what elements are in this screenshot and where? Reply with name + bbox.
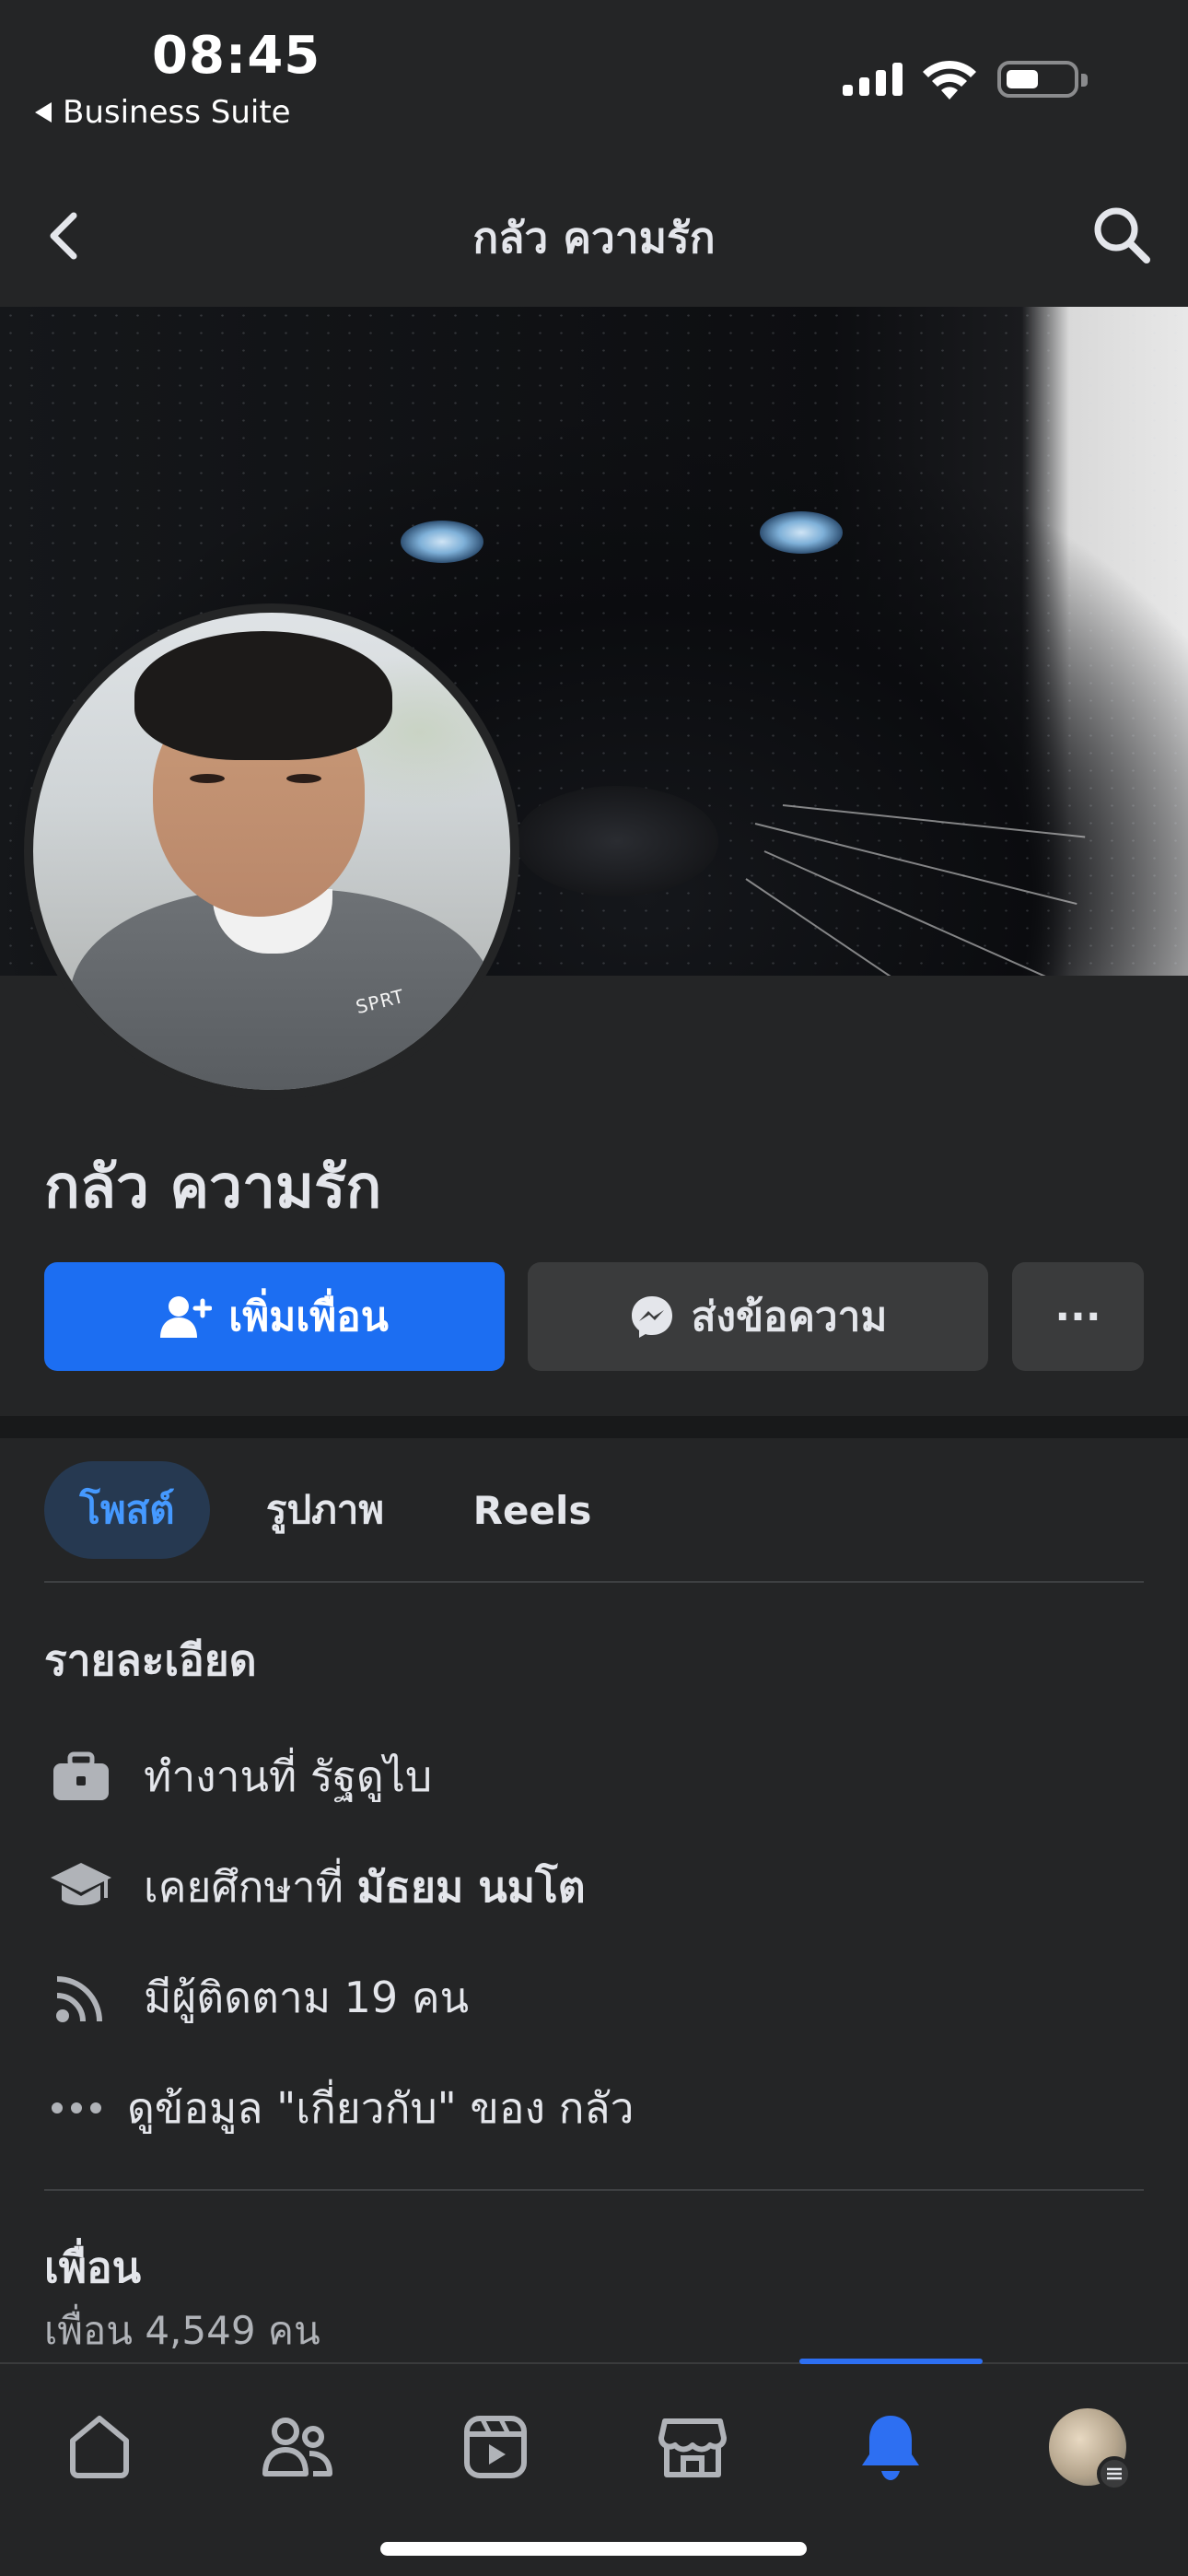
- cover-nose: [516, 786, 718, 896]
- details-title: รายละเอียด: [44, 1635, 257, 1685]
- briefcase-icon: [53, 1751, 109, 1800]
- more-icon: ···: [1054, 1293, 1101, 1341]
- send-message-button[interactable]: ส่งข้อความ: [528, 1262, 988, 1371]
- rss-followers-icon: [56, 1976, 102, 2022]
- friends-icon: [262, 2418, 332, 2476]
- about-link[interactable]: ดูข้อมูล "เกี่ยวกับ" ของ กลัว: [44, 2071, 634, 2145]
- add-friend-label: เพิ่มเพื่อน: [228, 1294, 389, 1341]
- tab-reels[interactable]: Reels: [459, 1461, 606, 1559]
- detail-followers: มีผู้ติดตาม 19 คน: [44, 1961, 469, 2034]
- details-divider: [44, 2189, 1144, 2191]
- marketplace-tab[interactable]: [642, 2401, 743, 2493]
- home-tab[interactable]: [49, 2401, 150, 2493]
- notifications-tab[interactable]: [840, 2401, 941, 2493]
- home-indicator[interactable]: [380, 2542, 807, 2556]
- menu-badge-icon: [1097, 2456, 1132, 2491]
- send-message-label: ส่งข้อความ: [691, 1294, 888, 1341]
- friends-title: เพื่อน: [44, 2242, 142, 2292]
- battery-icon: [997, 61, 1088, 98]
- home-icon: [70, 2416, 129, 2478]
- back-to-app-link[interactable]: Business Suite: [35, 94, 291, 131]
- add-friend-icon: [160, 1296, 213, 1338]
- search-icon[interactable]: [1089, 203, 1154, 267]
- back-triangle-icon: [35, 102, 52, 123]
- work-place: รัฐดูไบ: [309, 1751, 433, 1801]
- friends-tab[interactable]: [247, 2401, 348, 2493]
- notifications-icon: [862, 2416, 919, 2480]
- cover-eye-right: [760, 511, 843, 554]
- messenger-icon: [631, 1296, 672, 1338]
- more-dots-icon: [52, 2102, 101, 2113]
- detail-work: ทำงานที่ รัฐดูไบ: [44, 1739, 432, 1813]
- add-friend-button[interactable]: เพิ่มเพื่อน: [44, 1262, 505, 1371]
- tab-photos[interactable]: รูปภาพ: [247, 1461, 403, 1559]
- video-icon: [464, 2416, 527, 2478]
- profile-avatar[interactable]: SPRT: [24, 603, 519, 1099]
- active-tab-indicator: [799, 2359, 983, 2364]
- profile-screen: 08:45 Business Suite กลัว ความรัก SPRT ก…: [0, 0, 1188, 2576]
- cellular-signal-icon: [843, 63, 903, 96]
- back-app-label: Business Suite: [63, 94, 291, 131]
- profile-menu-tab[interactable]: [1037, 2401, 1138, 2493]
- tab-posts[interactable]: โพสต์: [44, 1461, 210, 1559]
- profile-menu-icon: [1049, 2408, 1132, 2491]
- detail-education: เคยศึกษาที่ มัธยม นมโต: [44, 1850, 586, 1924]
- cover-eye-left: [401, 521, 483, 563]
- more-options-button[interactable]: ···: [1012, 1262, 1144, 1371]
- profile-name: กลัว ความรัก: [44, 1153, 382, 1222]
- tabs-divider: [44, 1581, 1144, 1583]
- video-tab[interactable]: [445, 2401, 546, 2493]
- education-place: มัธยม นมโต: [356, 1861, 586, 1912]
- wifi-icon: [923, 60, 976, 100]
- graduation-cap-icon: [51, 1863, 111, 1905]
- friends-count: เพื่อน 4,549 คน: [44, 2308, 320, 2353]
- marketplace-icon: [658, 2418, 727, 2477]
- page-title: กลัว ความรัก: [472, 213, 716, 263]
- status-time: 08:45: [152, 26, 321, 86]
- section-divider: [0, 1416, 1188, 1438]
